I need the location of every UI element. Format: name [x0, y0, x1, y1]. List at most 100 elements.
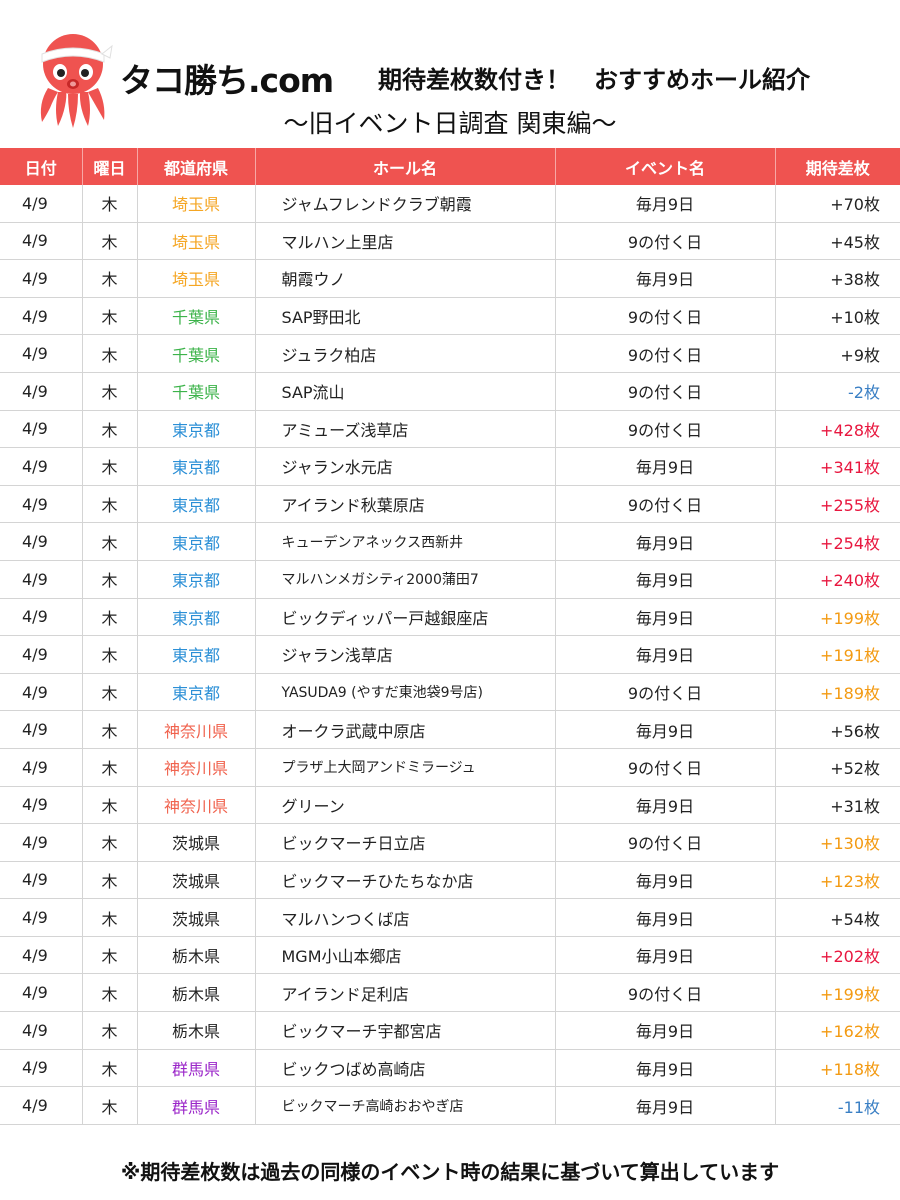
- prefecture-cell: 東京都: [137, 673, 256, 712]
- weekday-cell: 木: [82, 1011, 138, 1050]
- prefecture-cell: 東京都: [137, 522, 256, 561]
- expected-diff-cell: +428枚: [775, 410, 900, 449]
- date-cell: 4/9: [0, 222, 83, 261]
- date-cell: 4/9: [0, 1011, 83, 1050]
- event-name-cell: 9の付く日: [555, 334, 776, 373]
- prefecture-cell: 神奈川県: [137, 710, 256, 749]
- expected-diff-cell: +199枚: [775, 598, 900, 637]
- event-name-cell: 毎月9日: [555, 635, 776, 674]
- expected-diff-cell: +202枚: [775, 936, 900, 975]
- date-cell: 4/9: [0, 861, 83, 900]
- date-cell: 4/9: [0, 1049, 83, 1088]
- date-cell: 4/9: [0, 748, 83, 787]
- date-cell: 4/9: [0, 973, 83, 1013]
- expected-diff-cell: +191枚: [775, 635, 900, 674]
- event-name-cell: 毎月9日: [555, 1049, 776, 1088]
- table-row: 4/9 木群馬県 ビックつばめ高崎店 毎月9日 +118枚: [0, 1049, 900, 1088]
- weekday-cell: 木: [82, 786, 138, 825]
- event-name-cell: 9の付く日: [555, 823, 776, 862]
- table-row: 4/9 木茨城県 ビックマーチひたちなか店 毎月9日 +123枚: [0, 861, 900, 900]
- prefecture-cell: 千葉県: [137, 297, 256, 336]
- event-name-cell: 毎月9日: [555, 898, 776, 937]
- table-row: 4/9 木東京都 マルハンメガシティ2000蒲田7 毎月9日 +240枚: [0, 560, 900, 599]
- event-name-cell: 毎月9日: [555, 522, 776, 561]
- hall-name-cell: ビックマーチ宇都宮店: [255, 1011, 556, 1050]
- expected-diff-cell: +162枚: [775, 1011, 900, 1050]
- hall-name-cell: ジュラク柏店: [255, 334, 556, 373]
- table-row: 4/9 木千葉県 SAP野田北 9の付く日 +10枚: [0, 297, 900, 336]
- event-name-cell: 毎月9日: [555, 710, 776, 749]
- table-row: 4/9 木東京都 ジャラン水元店 毎月9日 +341枚: [0, 447, 900, 486]
- weekday-cell: 木: [82, 710, 138, 749]
- table-row: 4/9 木神奈川県 オークラ武蔵中原店 毎月9日 +56枚: [0, 710, 900, 749]
- hall-name-cell: ジャラン水元店: [255, 447, 556, 486]
- expected-diff-cell: -11枚: [775, 1086, 900, 1125]
- hall-name-cell: ビックマーチひたちなか店: [255, 861, 556, 900]
- table-row: 4/9 木栃木県 MGM小山本郷店 毎月9日 +202枚: [0, 936, 900, 975]
- prefecture-cell: 栃木県: [137, 936, 256, 975]
- expected-diff-cell: +45枚: [775, 222, 900, 261]
- prefecture-cell: 東京都: [137, 447, 256, 486]
- event-name-cell: 毎月9日: [555, 1086, 776, 1125]
- prefecture-cell: 茨城県: [137, 823, 256, 862]
- event-name-cell: 毎月9日: [555, 185, 776, 223]
- prefecture-cell: 東京都: [137, 560, 256, 599]
- table-row: 4/9 木東京都 YASUDA9 (やすだ東池袋9号店) 9の付く日 +189枚: [0, 673, 900, 712]
- hall-name-cell: ビックディッパー戸越銀座店: [255, 598, 556, 637]
- hall-name-cell: アイランド秋葉原店: [255, 485, 556, 524]
- hall-name-cell: グリーン: [255, 786, 556, 825]
- expected-diff-cell: +54枚: [775, 898, 900, 937]
- date-cell: 4/9: [0, 297, 83, 336]
- prefecture-cell: 神奈川県: [137, 786, 256, 825]
- expected-diff-cell: +31枚: [775, 786, 900, 825]
- prefecture-cell: 茨城県: [137, 861, 256, 900]
- date-cell: 4/9: [0, 560, 83, 599]
- weekday-cell: 木: [82, 1086, 138, 1125]
- prefecture-cell: 東京都: [137, 410, 256, 449]
- table-row: 4/9 木群馬県 ビックマーチ高崎おおやぎ店 毎月9日 -11枚: [0, 1086, 900, 1125]
- expected-diff-cell: +10枚: [775, 297, 900, 336]
- hall-name-cell: 朝霞ウノ: [255, 259, 556, 298]
- hall-name-cell: マルハンメガシティ2000蒲田7: [255, 560, 556, 599]
- weekday-cell: 木: [82, 861, 138, 900]
- prefecture-cell: 千葉県: [137, 334, 256, 373]
- weekday-cell: 木: [82, 334, 138, 373]
- prefecture-cell: 茨城県: [137, 898, 256, 937]
- event-name-cell: 9の付く日: [555, 297, 776, 336]
- hall-name-cell: マルハン上里店: [255, 222, 556, 261]
- table-row: 4/9 木千葉県 ジュラク柏店 9の付く日 +9枚: [0, 334, 900, 373]
- hall-name-cell: アイランド足利店: [255, 973, 556, 1013]
- prefecture-cell: 群馬県: [137, 1049, 256, 1088]
- table-row: 4/9 木茨城県 マルハンつくば店 毎月9日 +54枚: [0, 898, 900, 937]
- page-subtitle: 〜旧イベント日調査 関東編〜: [283, 109, 617, 138]
- column-header-day: 曜日: [82, 148, 138, 185]
- weekday-cell: 木: [82, 673, 138, 712]
- event-name-cell: 毎月9日: [555, 936, 776, 975]
- weekday-cell: 木: [82, 485, 138, 524]
- weekday-cell: 木: [82, 1049, 138, 1088]
- table-row: 4/9 木神奈川県 グリーン 毎月9日 +31枚: [0, 786, 900, 825]
- weekday-cell: 木: [82, 372, 138, 411]
- expected-diff-cell: +189枚: [775, 673, 900, 712]
- date-cell: 4/9: [0, 259, 83, 298]
- prefecture-cell: 栃木県: [137, 973, 256, 1013]
- table-row: 4/9 木千葉県 SAP流山 9の付く日 -2枚: [0, 372, 900, 411]
- date-cell: 4/9: [0, 710, 83, 749]
- weekday-cell: 木: [82, 297, 138, 336]
- prefecture-cell: 千葉県: [137, 372, 256, 411]
- brand-logo-text: タコ勝ち.com: [120, 61, 334, 100]
- event-name-cell: 毎月9日: [555, 259, 776, 298]
- expected-diff-cell: +341枚: [775, 447, 900, 486]
- table-row: 4/9 木東京都 アイランド秋葉原店 9の付く日 +255枚: [0, 485, 900, 524]
- table-row: 4/9 木東京都 ジャラン浅草店 毎月9日 +191枚: [0, 635, 900, 674]
- table-row: 4/9 木埼玉県 朝霞ウノ 毎月9日 +38枚: [0, 259, 900, 298]
- expected-diff-cell: +56枚: [775, 710, 900, 749]
- date-cell: 4/9: [0, 673, 83, 712]
- prefecture-cell: 神奈川県: [137, 748, 256, 787]
- hall-name-cell: キューデンアネックス西新井: [255, 522, 556, 561]
- event-name-cell: 9の付く日: [555, 673, 776, 712]
- date-cell: 4/9: [0, 485, 83, 524]
- page-title: 期待差枚数付き！ おすすめホール紹介: [378, 66, 810, 94]
- event-name-cell: 毎月9日: [555, 560, 776, 599]
- column-header-expected-diff: 期待差枚: [775, 148, 900, 185]
